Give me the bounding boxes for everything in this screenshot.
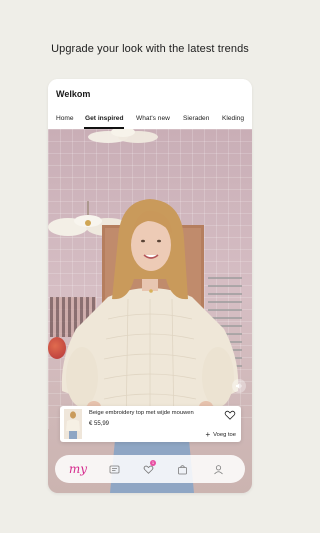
brand-logo: my — [68, 462, 88, 476]
bag-icon — [177, 464, 187, 474]
mute-button[interactable] — [232, 379, 246, 393]
product-card[interactable]: Beige embroidery top met wijde mouwen € … — [60, 406, 241, 442]
tab-kleding[interactable]: Kleding — [222, 115, 244, 122]
tab-whats-new[interactable]: What's new — [136, 115, 170, 122]
heart-icon[interactable] — [224, 409, 236, 421]
inspiration-video[interactable]: Beige embroidery top met wijde mouwen € … — [48, 129, 252, 493]
wishlist-badge: 1 — [150, 460, 156, 466]
tab-get-inspired[interactable]: Get inspired — [85, 115, 123, 122]
product-price: € 55,99 — [89, 421, 110, 427]
feed-button[interactable] — [101, 455, 127, 483]
tab-bar: Home Get inspired What's new Sieraden Kl… — [48, 115, 252, 129]
feed-icon — [109, 465, 119, 473]
product-thumbnail — [64, 409, 82, 439]
profile-button[interactable] — [205, 455, 231, 483]
add-button-label: Voeg toe — [213, 432, 236, 438]
page-title: Welkom — [56, 89, 91, 99]
bottom-nav: my 1 — [55, 455, 245, 483]
promo-headline: Upgrade your look with the latest trends — [51, 43, 249, 55]
tab-sieraden[interactable]: Sieraden — [183, 115, 209, 122]
speaker-icon — [236, 383, 242, 389]
profile-icon — [213, 464, 223, 474]
tab-home[interactable]: Home — [56, 115, 74, 122]
app-header: Welkom Home Get inspired What's new Sier… — [48, 79, 252, 129]
phone-mockup: Welkom Home Get inspired What's new Sier… — [48, 79, 252, 493]
add-to-cart-button[interactable]: + Voeg toe — [205, 430, 236, 439]
wishlist-button[interactable]: 1 — [135, 455, 161, 483]
home-logo-button[interactable]: my — [65, 455, 91, 483]
bag-button[interactable] — [169, 455, 195, 483]
plus-icon: + — [205, 430, 211, 439]
product-name: Beige embroidery top met wijde mouwen — [89, 410, 194, 416]
